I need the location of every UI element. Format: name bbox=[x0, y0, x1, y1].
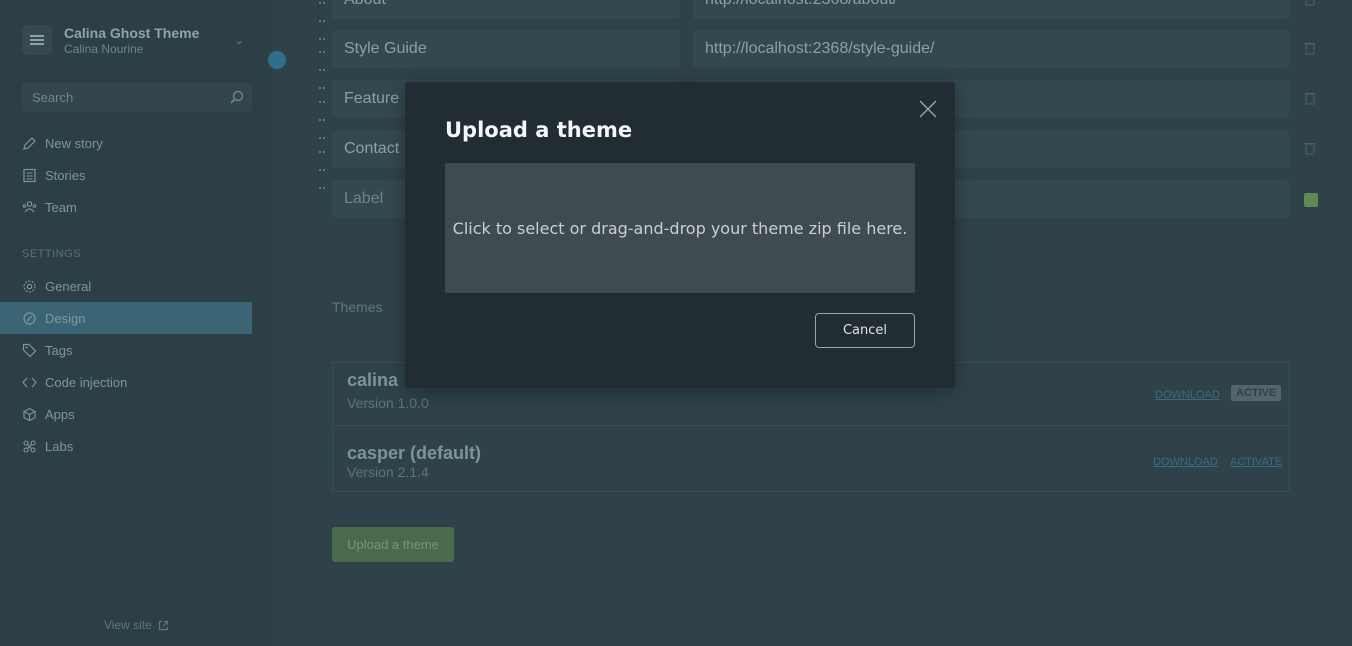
view-site-link[interactable]: View site bbox=[104, 618, 169, 632]
nav-label-field[interactable]: Style Guide bbox=[332, 30, 680, 68]
nav-team[interactable]: Team bbox=[0, 191, 252, 223]
activate-link[interactable]: ACTIVATE bbox=[1230, 456, 1282, 468]
add-nav-item-button[interactable] bbox=[1304, 193, 1318, 207]
upload-theme-modal: Upload a theme Click to select or drag-a… bbox=[405, 82, 955, 388]
cancel-button[interactable]: Cancel bbox=[815, 313, 915, 348]
nav-row-about: About http://localhost:2368/about/ bbox=[312, 0, 1315, 40]
trash-icon[interactable] bbox=[1304, 91, 1316, 105]
drag-handle-icon[interactable] bbox=[318, 41, 326, 89]
nav-stories[interactable]: Stories bbox=[0, 159, 252, 191]
nav-labs-label: Labs bbox=[45, 438, 74, 454]
nav-labs[interactable]: Labs bbox=[0, 430, 252, 462]
nav-team-label: Team bbox=[45, 199, 77, 215]
blog-switcher[interactable]: Calina Ghost Theme Calina Nourine ⌄ bbox=[22, 24, 252, 56]
trash-icon[interactable] bbox=[1304, 41, 1316, 55]
nav-code-injection[interactable]: Code injection bbox=[0, 366, 252, 398]
trash-icon[interactable] bbox=[1304, 0, 1316, 6]
nav-apps[interactable]: Apps bbox=[0, 398, 252, 430]
trash-icon[interactable] bbox=[1304, 141, 1316, 155]
sidebar: Calina Ghost Theme Calina Nourine ⌄ New … bbox=[0, 0, 272, 646]
tag-icon bbox=[22, 343, 37, 357]
document-icon bbox=[23, 168, 36, 182]
theme-row-casper: casper (default) Version 2.1.4 DOWNLOAD … bbox=[332, 428, 1290, 492]
nav-row-style-guide: Style Guide http://localhost:2368/style-… bbox=[312, 30, 1316, 89]
close-icon[interactable] bbox=[919, 100, 937, 118]
download-link[interactable]: DOWNLOAD bbox=[1155, 389, 1220, 401]
upload-theme-button[interactable]: Upload a theme bbox=[332, 527, 454, 562]
nav-apps-label: Apps bbox=[45, 406, 75, 422]
external-link-icon bbox=[158, 620, 168, 630]
drag-handle-icon[interactable] bbox=[318, 0, 326, 40]
settings-header: SETTINGS bbox=[22, 248, 82, 260]
theme-dropzone[interactable]: Click to select or drag-and-drop your th… bbox=[445, 163, 915, 293]
design-icon bbox=[23, 311, 36, 325]
nav-url-field[interactable]: http://localhost:2368/style-guide/ bbox=[693, 30, 1289, 68]
gear-icon bbox=[23, 279, 36, 293]
active-badge: ACTIVE bbox=[1231, 385, 1282, 401]
team-icon bbox=[22, 200, 37, 212]
nav-stories-label: Stories bbox=[45, 167, 86, 183]
blog-title: Calina Ghost Theme bbox=[64, 24, 200, 41]
nav-code-injection-label: Code injection bbox=[45, 374, 128, 390]
nav-new-story-label: New story bbox=[45, 135, 103, 151]
blog-user: Calina Nourine bbox=[64, 41, 144, 56]
nav-url-field[interactable]: http://localhost:2368/about/ bbox=[693, 0, 1289, 19]
search-icon[interactable] bbox=[230, 90, 244, 104]
view-site-label: View site bbox=[104, 618, 152, 632]
themes-header: Themes bbox=[332, 299, 383, 315]
search-input[interactable] bbox=[32, 90, 212, 105]
nav-design[interactable]: Design bbox=[0, 302, 252, 334]
nav-design-label: Design bbox=[45, 310, 86, 326]
drag-handle-icon[interactable] bbox=[318, 91, 326, 139]
theme-name: calina bbox=[347, 370, 399, 390]
download-link[interactable]: DOWNLOAD bbox=[1153, 456, 1218, 468]
code-icon bbox=[22, 377, 37, 387]
search-box bbox=[22, 83, 252, 112]
nav-general-label: General bbox=[45, 278, 92, 294]
theme-version: Version 2.1.4 bbox=[347, 464, 429, 480]
theme-name: casper (default) bbox=[347, 443, 482, 463]
nav-tags-label: Tags bbox=[45, 342, 73, 358]
nav-tags[interactable]: Tags bbox=[0, 334, 252, 366]
pencil-icon bbox=[23, 136, 36, 150]
modal-title: Upload a theme bbox=[445, 118, 633, 142]
theme-version: Version 1.0.0 bbox=[347, 395, 429, 411]
drag-handle-icon[interactable] bbox=[318, 141, 326, 189]
nav-general[interactable]: General bbox=[0, 270, 252, 302]
blog-icon bbox=[22, 25, 52, 55]
labs-icon bbox=[23, 439, 36, 453]
nav-label-field[interactable]: About bbox=[332, 0, 680, 19]
apps-icon bbox=[22, 407, 37, 421]
nav-new-story[interactable]: New story bbox=[0, 127, 252, 159]
chevron-down-icon: ⌄ bbox=[234, 35, 244, 47]
